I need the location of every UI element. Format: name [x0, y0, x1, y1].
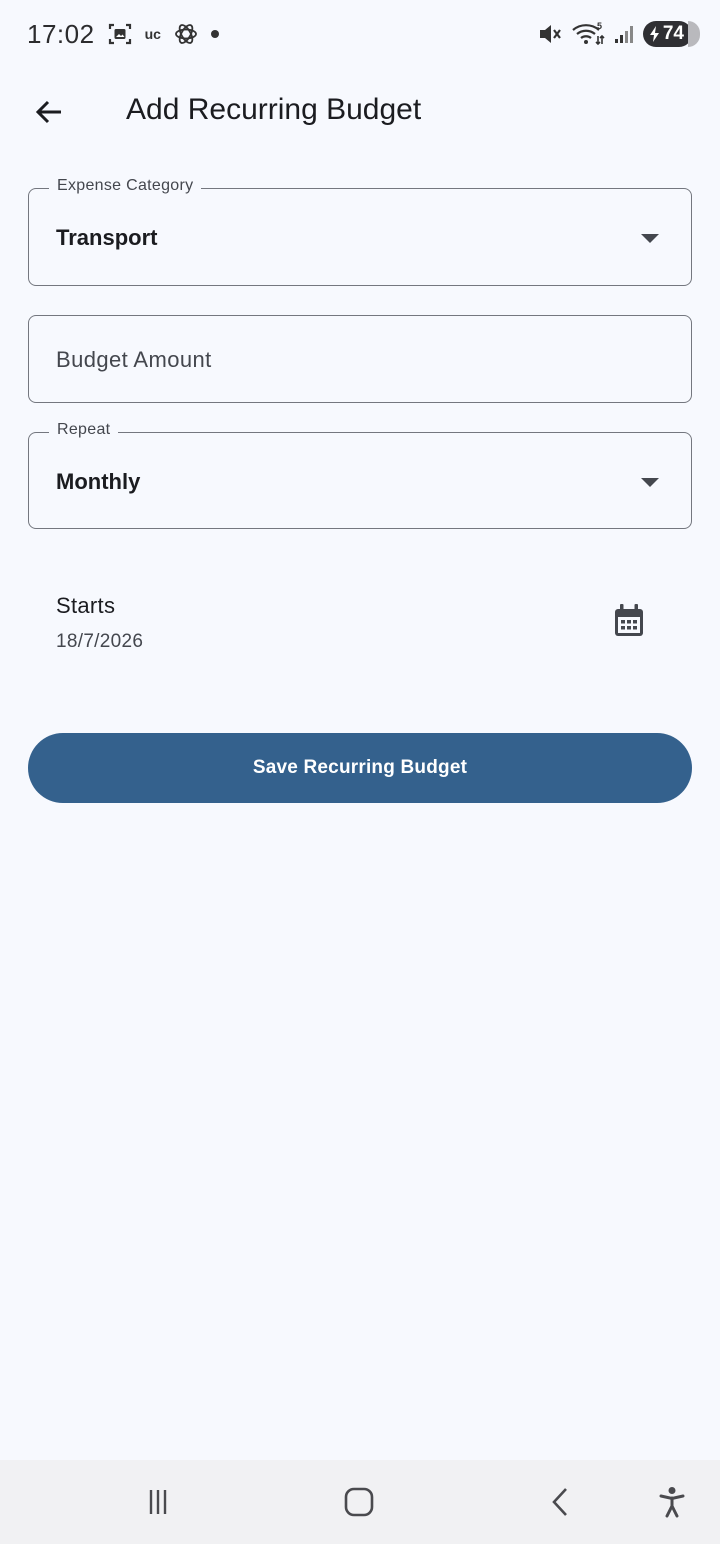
mute-icon	[537, 21, 563, 47]
home-icon	[344, 1487, 374, 1517]
repeat-label: Repeat	[49, 421, 119, 439]
accessibility-icon	[659, 1487, 685, 1518]
battery-indicator: 74	[642, 21, 692, 47]
svg-text:5: 5	[597, 21, 602, 31]
expense-category-label: Expense Category	[49, 177, 202, 195]
back-icon	[552, 1488, 567, 1516]
recent-apps-icon	[149, 1490, 167, 1514]
budget-amount-field[interactable]: Budget Amount	[28, 315, 692, 403]
accessibility-button[interactable]	[652, 1482, 692, 1522]
uc-browser-icon: uc	[144, 26, 161, 42]
page-title: Add Recurring Budget	[126, 93, 422, 126]
status-right: 5 74	[537, 21, 700, 47]
budget-amount-placeholder: Budget Amount	[56, 347, 212, 372]
status-time: 17:02	[27, 18, 95, 49]
screenshot-icon	[107, 21, 133, 47]
app-bar: Add Recurring Budget	[0, 68, 720, 156]
starts-label: Starts	[56, 593, 116, 618]
chatgpt-icon	[173, 21, 199, 47]
battery-tail	[688, 21, 700, 47]
system-nav-bar	[0, 1460, 720, 1544]
expense-category-dropdown[interactable]: Expense Category Transport	[28, 177, 692, 286]
back-button[interactable]	[25, 88, 73, 136]
dropdown-arrow-icon	[641, 478, 659, 487]
status-left: 17:02 uc	[27, 19, 219, 50]
repeat-value: Monthly	[56, 469, 141, 494]
screen: 17:02 uc 5 74 Add Recurring Budget Expen…	[0, 0, 720, 1544]
save-recurring-budget-button[interactable]: Save Recurring Budget	[28, 733, 692, 803]
starts-date-picker[interactable]: Starts 18/7/2026	[28, 585, 692, 665]
battery-charging-icon	[649, 26, 659, 42]
calendar-icon[interactable]	[611, 603, 647, 639]
expense-category-value: Transport	[56, 225, 158, 250]
status-bar: 17:02 uc 5 74	[0, 0, 720, 68]
arrow-back-icon	[35, 100, 61, 124]
dropdown-arrow-icon	[641, 234, 659, 243]
notification-dot	[210, 30, 219, 38]
repeat-dropdown[interactable]: Repeat Monthly	[28, 421, 692, 529]
battery-level: 74	[662, 23, 684, 44]
home-button[interactable]	[339, 1482, 379, 1522]
signal-icon	[613, 21, 635, 47]
recent-apps-button[interactable]	[138, 1482, 178, 1522]
wifi-icon: 5	[571, 21, 605, 47]
nav-back-button[interactable]	[541, 1482, 581, 1522]
starts-date: 18/7/2026	[56, 631, 144, 652]
